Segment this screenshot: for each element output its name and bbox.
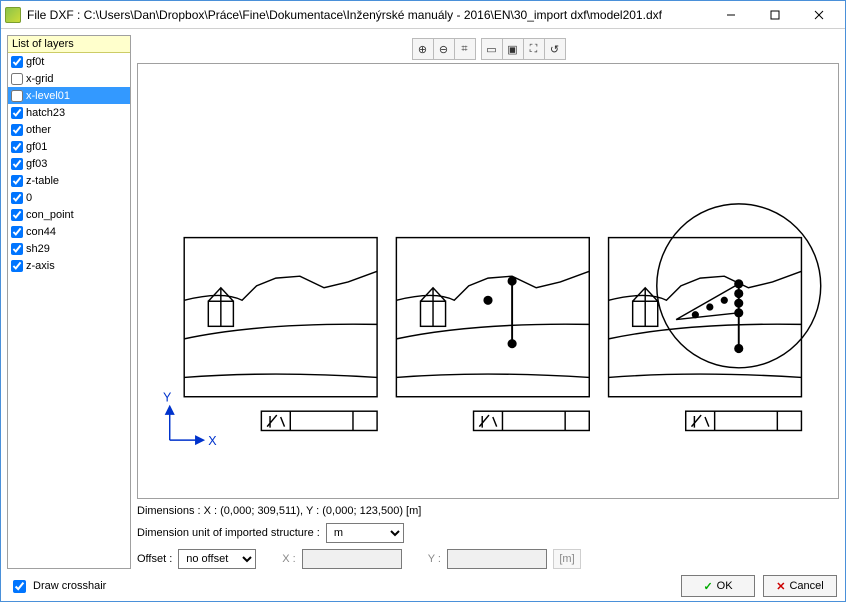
layer-checkbox[interactable]	[11, 192, 23, 204]
layer-checkbox[interactable]	[11, 260, 23, 272]
layer-row[interactable]: x-grid	[8, 70, 130, 87]
layer-name: x-level01	[26, 90, 70, 102]
info-area: Dimensions : X : (0,000; 309,511), Y : (…	[137, 505, 839, 569]
layer-row[interactable]: sh29	[8, 240, 130, 257]
layer-name: gf03	[26, 158, 47, 170]
dialog-body: List of layers gf0t x-grid x-level01 hatch2…	[1, 29, 845, 601]
layer-row[interactable]: 0	[8, 189, 130, 206]
dialog-window: File DXF : C:\Users\Dan\Dropbox\Práce\Fi…	[0, 0, 846, 602]
layer-checkbox[interactable]	[11, 107, 23, 119]
unit-row: Dimension unit of imported structure : m	[137, 523, 839, 543]
cross-icon: ✕	[776, 580, 785, 593]
zoom-full-icon[interactable]: ⛶	[523, 38, 545, 60]
offset-row: Offset : no offset X : Y : [m]	[137, 549, 839, 569]
layer-checkbox[interactable]	[11, 56, 23, 68]
offset-select[interactable]: no offset	[178, 549, 256, 569]
layer-checkbox[interactable]	[11, 141, 23, 153]
zoom-out-icon[interactable]: ⊖	[433, 38, 455, 60]
offset-y-input	[447, 549, 547, 569]
layer-name: con_point	[26, 209, 74, 221]
unit-label: Dimension unit of imported structure :	[137, 527, 320, 539]
layer-name: gf0t	[26, 56, 44, 68]
crosshair-label: Draw crosshair	[33, 580, 106, 592]
top-area: List of layers gf0t x-grid x-level01 hatch2…	[7, 35, 839, 569]
layer-checkbox[interactable]	[11, 243, 23, 255]
window-title: File DXF : C:\Users\Dan\Dropbox\Práce\Fi…	[27, 8, 709, 22]
layer-checkbox[interactable]	[11, 226, 23, 238]
offset-x-label: X :	[282, 553, 295, 565]
cancel-button[interactable]: ✕ Cancel	[763, 575, 837, 597]
offset-label: Offset :	[137, 553, 172, 565]
zoom-in-icon[interactable]: ⊕	[412, 38, 434, 60]
layer-row[interactable]: con_point	[8, 206, 130, 223]
layer-name: z-table	[26, 175, 59, 187]
layer-row[interactable]: con44	[8, 223, 130, 240]
close-button[interactable]	[797, 2, 841, 28]
layer-checkbox[interactable]	[11, 90, 23, 102]
layer-name: other	[26, 124, 51, 136]
offset-x-input	[302, 549, 402, 569]
layer-row[interactable]: hatch23	[8, 104, 130, 121]
cancel-button-label: Cancel	[789, 580, 823, 592]
axis-x-label: X	[208, 434, 217, 448]
dimensions-text: Dimensions : X : (0,000; 309,511), Y : (…	[137, 505, 839, 517]
crosshair-checkbox[interactable]	[13, 580, 26, 593]
layer-name: hatch23	[26, 107, 65, 119]
layer-checkbox[interactable]	[11, 124, 23, 136]
bottom-row: Draw crosshair ✓ OK ✕ Cancel	[7, 573, 839, 597]
layer-checkbox[interactable]	[11, 209, 23, 221]
offset-unit: [m]	[553, 549, 581, 569]
redraw-icon[interactable]: ↺	[544, 38, 566, 60]
layer-row[interactable]: other	[8, 121, 130, 138]
layer-row[interactable]: gf03	[8, 155, 130, 172]
crosshair-row[interactable]: Draw crosshair	[9, 577, 106, 596]
button-row: ✓ OK ✕ Cancel	[681, 575, 837, 597]
layer-checkbox[interactable]	[11, 175, 23, 187]
titlebar: File DXF : C:\Users\Dan\Dropbox\Práce\Fi…	[1, 1, 845, 29]
layer-name: x-grid	[26, 73, 54, 85]
unit-select[interactable]: m	[326, 523, 404, 543]
layer-row[interactable]: gf0t	[8, 53, 130, 70]
layer-name: z-axis	[26, 260, 55, 272]
check-icon: ✓	[703, 580, 712, 593]
layers-header: List of layers	[8, 36, 130, 53]
layer-row[interactable]: gf01	[8, 138, 130, 155]
maximize-button[interactable]	[753, 2, 797, 28]
layer-name: con44	[26, 226, 56, 238]
offset-y-label: Y :	[428, 553, 441, 565]
layer-name: sh29	[26, 243, 50, 255]
app-icon	[5, 7, 21, 23]
layer-name: gf01	[26, 141, 47, 153]
layer-name: 0	[26, 192, 32, 204]
zoom-extents-icon[interactable]: ▭	[481, 38, 503, 60]
layers-panel: List of layers gf0t x-grid x-level01 hatch2…	[7, 35, 131, 569]
layer-row[interactable]: z-table	[8, 172, 130, 189]
ok-button[interactable]: ✓ OK	[681, 575, 755, 597]
layer-row[interactable]: z-axis	[8, 257, 130, 274]
toolbar: ⊕⊖⌗▭▣⛶↺	[137, 35, 839, 63]
ok-button-label: OK	[717, 580, 733, 592]
zoom-selection-icon[interactable]: ▣	[502, 38, 524, 60]
layer-checkbox[interactable]	[11, 73, 23, 85]
minimize-button[interactable]	[709, 2, 753, 28]
layers-list[interactable]: gf0t x-grid x-level01 hatch23 other gf01 gf03 z…	[8, 53, 130, 568]
axis-y-label: Y	[163, 391, 172, 405]
zoom-window-icon[interactable]: ⌗	[454, 38, 476, 60]
layer-checkbox[interactable]	[11, 158, 23, 170]
layer-row[interactable]: x-level01	[8, 87, 130, 104]
preview-canvas[interactable]: X Y	[137, 63, 839, 499]
right-area: ⊕⊖⌗▭▣⛶↺ X Y	[137, 35, 839, 569]
